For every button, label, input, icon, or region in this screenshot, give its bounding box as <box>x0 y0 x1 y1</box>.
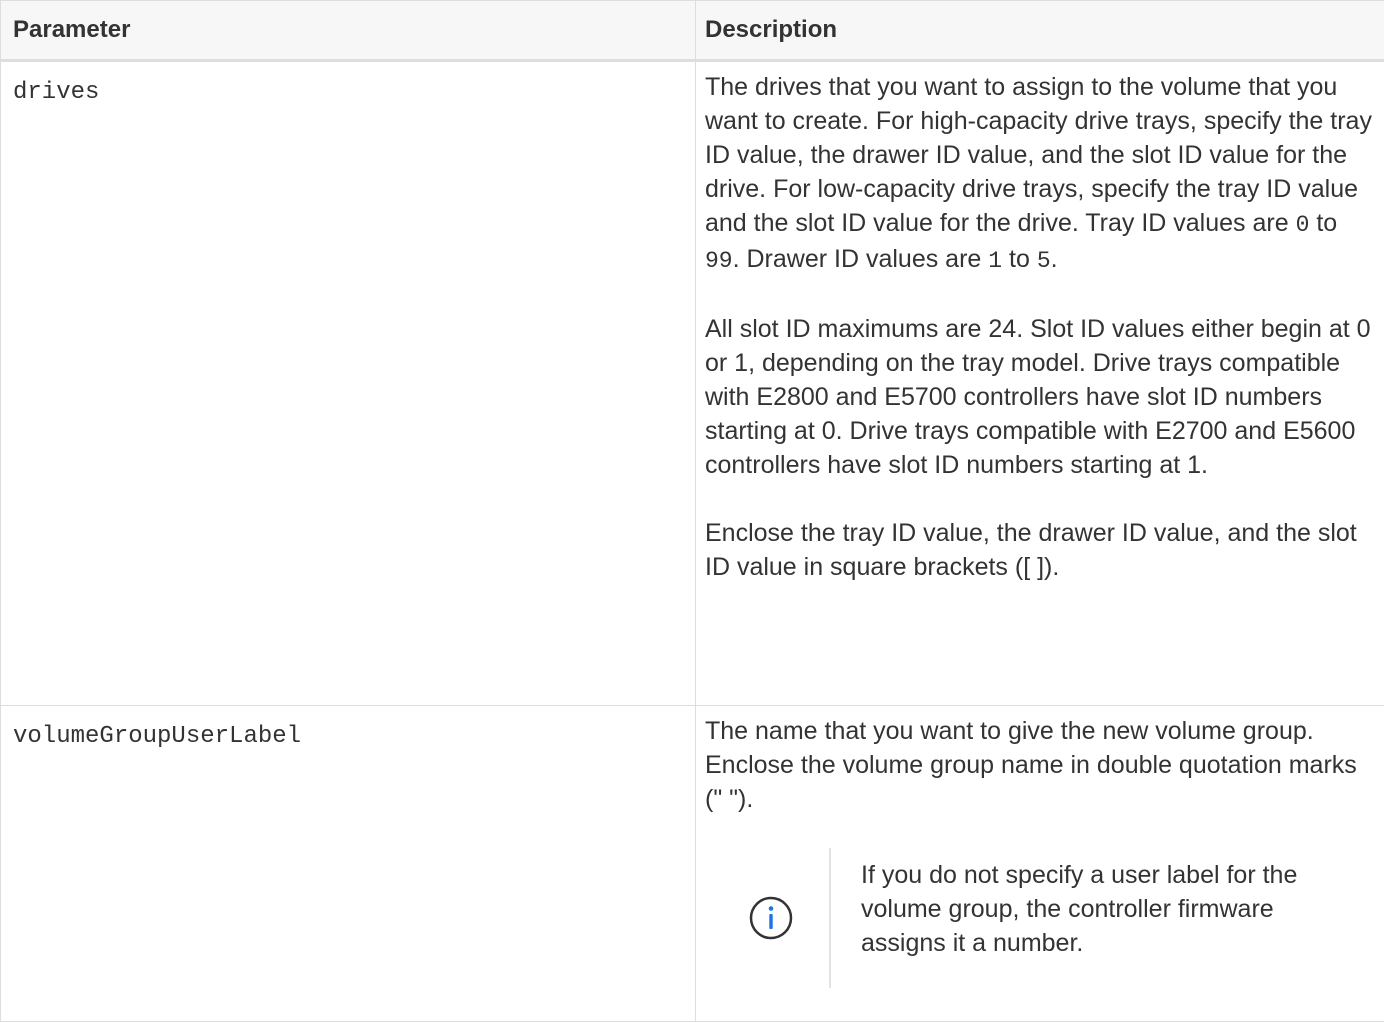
description-paragraph: All slot ID maximums are 24. Slot ID val… <box>705 312 1372 482</box>
inline-code: 5 <box>1037 248 1051 274</box>
note-text: If you do not specify a user label for t… <box>831 848 1361 988</box>
description-cell: The drives that you want to assign to th… <box>696 61 1384 706</box>
header-description: Description <box>696 1 1384 61</box>
description-paragraph: Enclose the tray ID value, the drawer ID… <box>705 516 1372 584</box>
parameter-name: drives <box>13 79 99 106</box>
parameter-cell: volumeGroupUserLabel <box>1 706 696 1022</box>
description-text: . Drawer ID values are <box>733 245 989 273</box>
parameter-name: volumeGroupUserLabel <box>13 723 301 750</box>
table-row: volumeGroupUserLabel The name that you w… <box>1 706 1384 1022</box>
description-cell: The name that you want to give the new v… <box>696 706 1384 1022</box>
parameter-table: Parameter Description drives The drives … <box>0 0 1384 1022</box>
note-admonition: If you do not specify a user label for t… <box>725 848 1372 988</box>
description-text: The drives that you want to assign to th… <box>705 73 1372 237</box>
header-parameter: Parameter <box>1 1 696 61</box>
info-circle-icon <box>748 895 794 941</box>
description-text: to <box>1002 245 1037 273</box>
description-text: . <box>1051 245 1058 273</box>
inline-code: 0 <box>1296 212 1310 238</box>
description-paragraph: The name that you want to give the new v… <box>705 714 1372 816</box>
inline-code: 1 <box>988 248 1002 274</box>
parameter-cell: drives <box>1 61 696 706</box>
description-text: to <box>1309 209 1337 237</box>
table-row: drives The drives that you want to assig… <box>1 61 1384 706</box>
inline-code: 99 <box>705 248 733 274</box>
table-header-row: Parameter Description <box>1 1 1384 61</box>
note-icon-container <box>725 848 817 988</box>
description-paragraph: The drives that you want to assign to th… <box>705 70 1372 278</box>
